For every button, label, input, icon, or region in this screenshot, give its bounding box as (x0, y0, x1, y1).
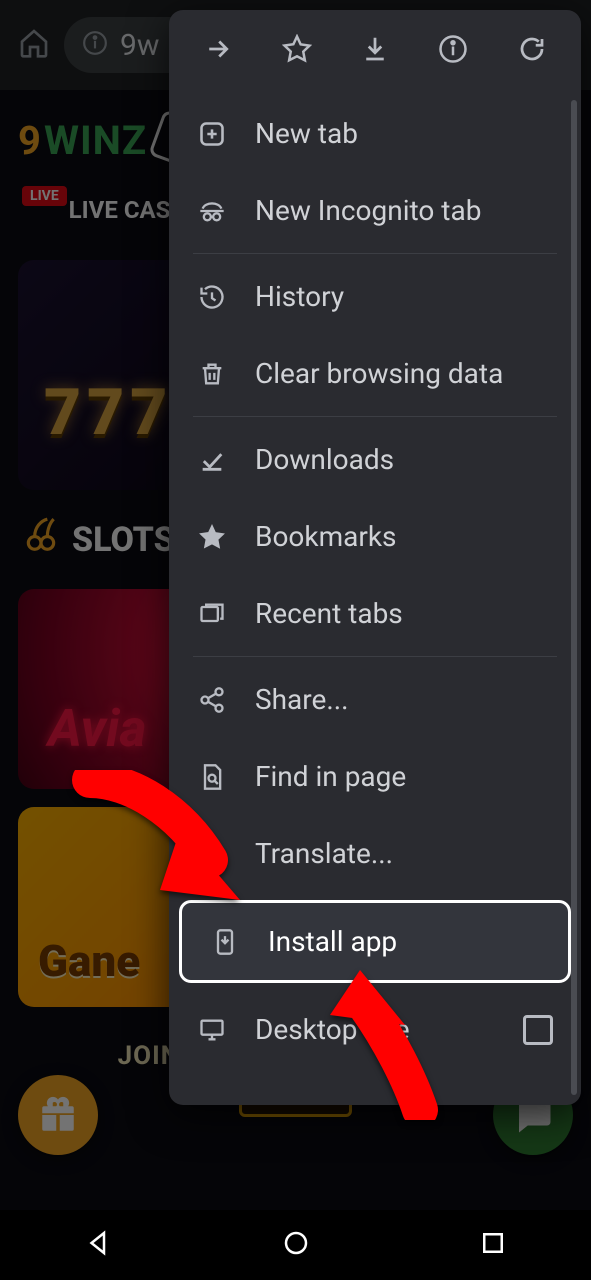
sysnav-recents[interactable] (478, 1228, 508, 1262)
new-tab-icon (197, 119, 227, 149)
menu-separator (193, 253, 557, 254)
sysnav-home[interactable] (281, 1228, 311, 1262)
menu-item-label: New Incognito tab (255, 194, 481, 227)
menu-recent-tabs[interactable]: Recent tabs (169, 575, 581, 652)
menu-item-label: Share... (255, 683, 349, 716)
menu-scrollbar[interactable] (571, 100, 577, 1095)
menu-item-label: Bookmarks (255, 520, 397, 553)
download-icon[interactable] (358, 32, 392, 66)
live-badge: LIVE (22, 186, 67, 206)
menu-item-label: Recent tabs (255, 597, 403, 630)
menu-clear-data[interactable]: Clear browsing data (169, 335, 581, 412)
desktop-icon (197, 1015, 227, 1045)
menu-item-label: Find in page (255, 760, 406, 793)
menu-share[interactable]: Share... (169, 661, 581, 738)
desktop-site-checkbox[interactable] (523, 1015, 553, 1045)
aviator-title: Avia (48, 698, 147, 759)
menu-item-label: Translate... (255, 837, 393, 870)
menu-bookmarks[interactable]: Bookmarks (169, 498, 581, 575)
sysnav-back[interactable] (84, 1228, 114, 1262)
menu-new-tab[interactable]: New tab (169, 95, 581, 172)
reload-icon[interactable] (515, 32, 549, 66)
site-info-icon[interactable] (82, 30, 108, 60)
star-icon[interactable] (280, 32, 314, 66)
home-icon[interactable] (18, 27, 50, 63)
menu-item-label: History (255, 280, 344, 313)
menu-item-label: Desktop site (255, 1013, 410, 1046)
trash-icon (197, 359, 227, 389)
menu-find-in-page[interactable]: Find in page (169, 738, 581, 815)
menu-install-app[interactable]: Install app (179, 900, 571, 983)
section-title-label: SLOTS (72, 520, 175, 560)
incognito-icon (197, 196, 227, 226)
browser-overflow-menu: New tab New Incognito tab History Clear … (169, 10, 581, 1105)
menu-translate[interactable]: Translate... (169, 815, 581, 892)
menu-incognito[interactable]: New Incognito tab (169, 172, 581, 249)
gift-fab[interactable] (18, 1075, 98, 1155)
menu-history[interactable]: History (169, 258, 581, 335)
menu-item-label: Install app (268, 925, 397, 958)
bookmarks-star-icon (197, 522, 227, 552)
recent-tabs-icon (197, 599, 227, 629)
history-icon (197, 282, 227, 312)
system-nav-bar (0, 1210, 591, 1280)
menu-item-label: Clear browsing data (255, 357, 503, 390)
menu-downloads[interactable]: Downloads (169, 421, 581, 498)
downloads-done-icon (197, 445, 227, 475)
menu-separator (193, 416, 557, 417)
forward-icon[interactable] (201, 32, 235, 66)
find-in-page-icon (197, 762, 227, 792)
menu-item-label: New tab (255, 117, 358, 150)
menu-body: New tab New Incognito tab History Clear … (169, 89, 581, 1068)
translate-icon (197, 839, 227, 869)
menu-separator (193, 656, 557, 657)
info-icon[interactable] (436, 32, 470, 66)
share-icon (197, 685, 227, 715)
install-app-icon (210, 927, 240, 957)
logo-winz: WINZ (44, 117, 147, 164)
menu-desktop-site[interactable]: Desktop site (169, 991, 581, 1068)
menu-item-label: Downloads (255, 443, 394, 476)
logo-nine: 9 (18, 117, 42, 164)
gane-title: Gane (38, 935, 140, 987)
cherries-icon (22, 516, 60, 563)
menu-top-toolbar (169, 10, 581, 89)
url-text: 9w (120, 28, 159, 63)
